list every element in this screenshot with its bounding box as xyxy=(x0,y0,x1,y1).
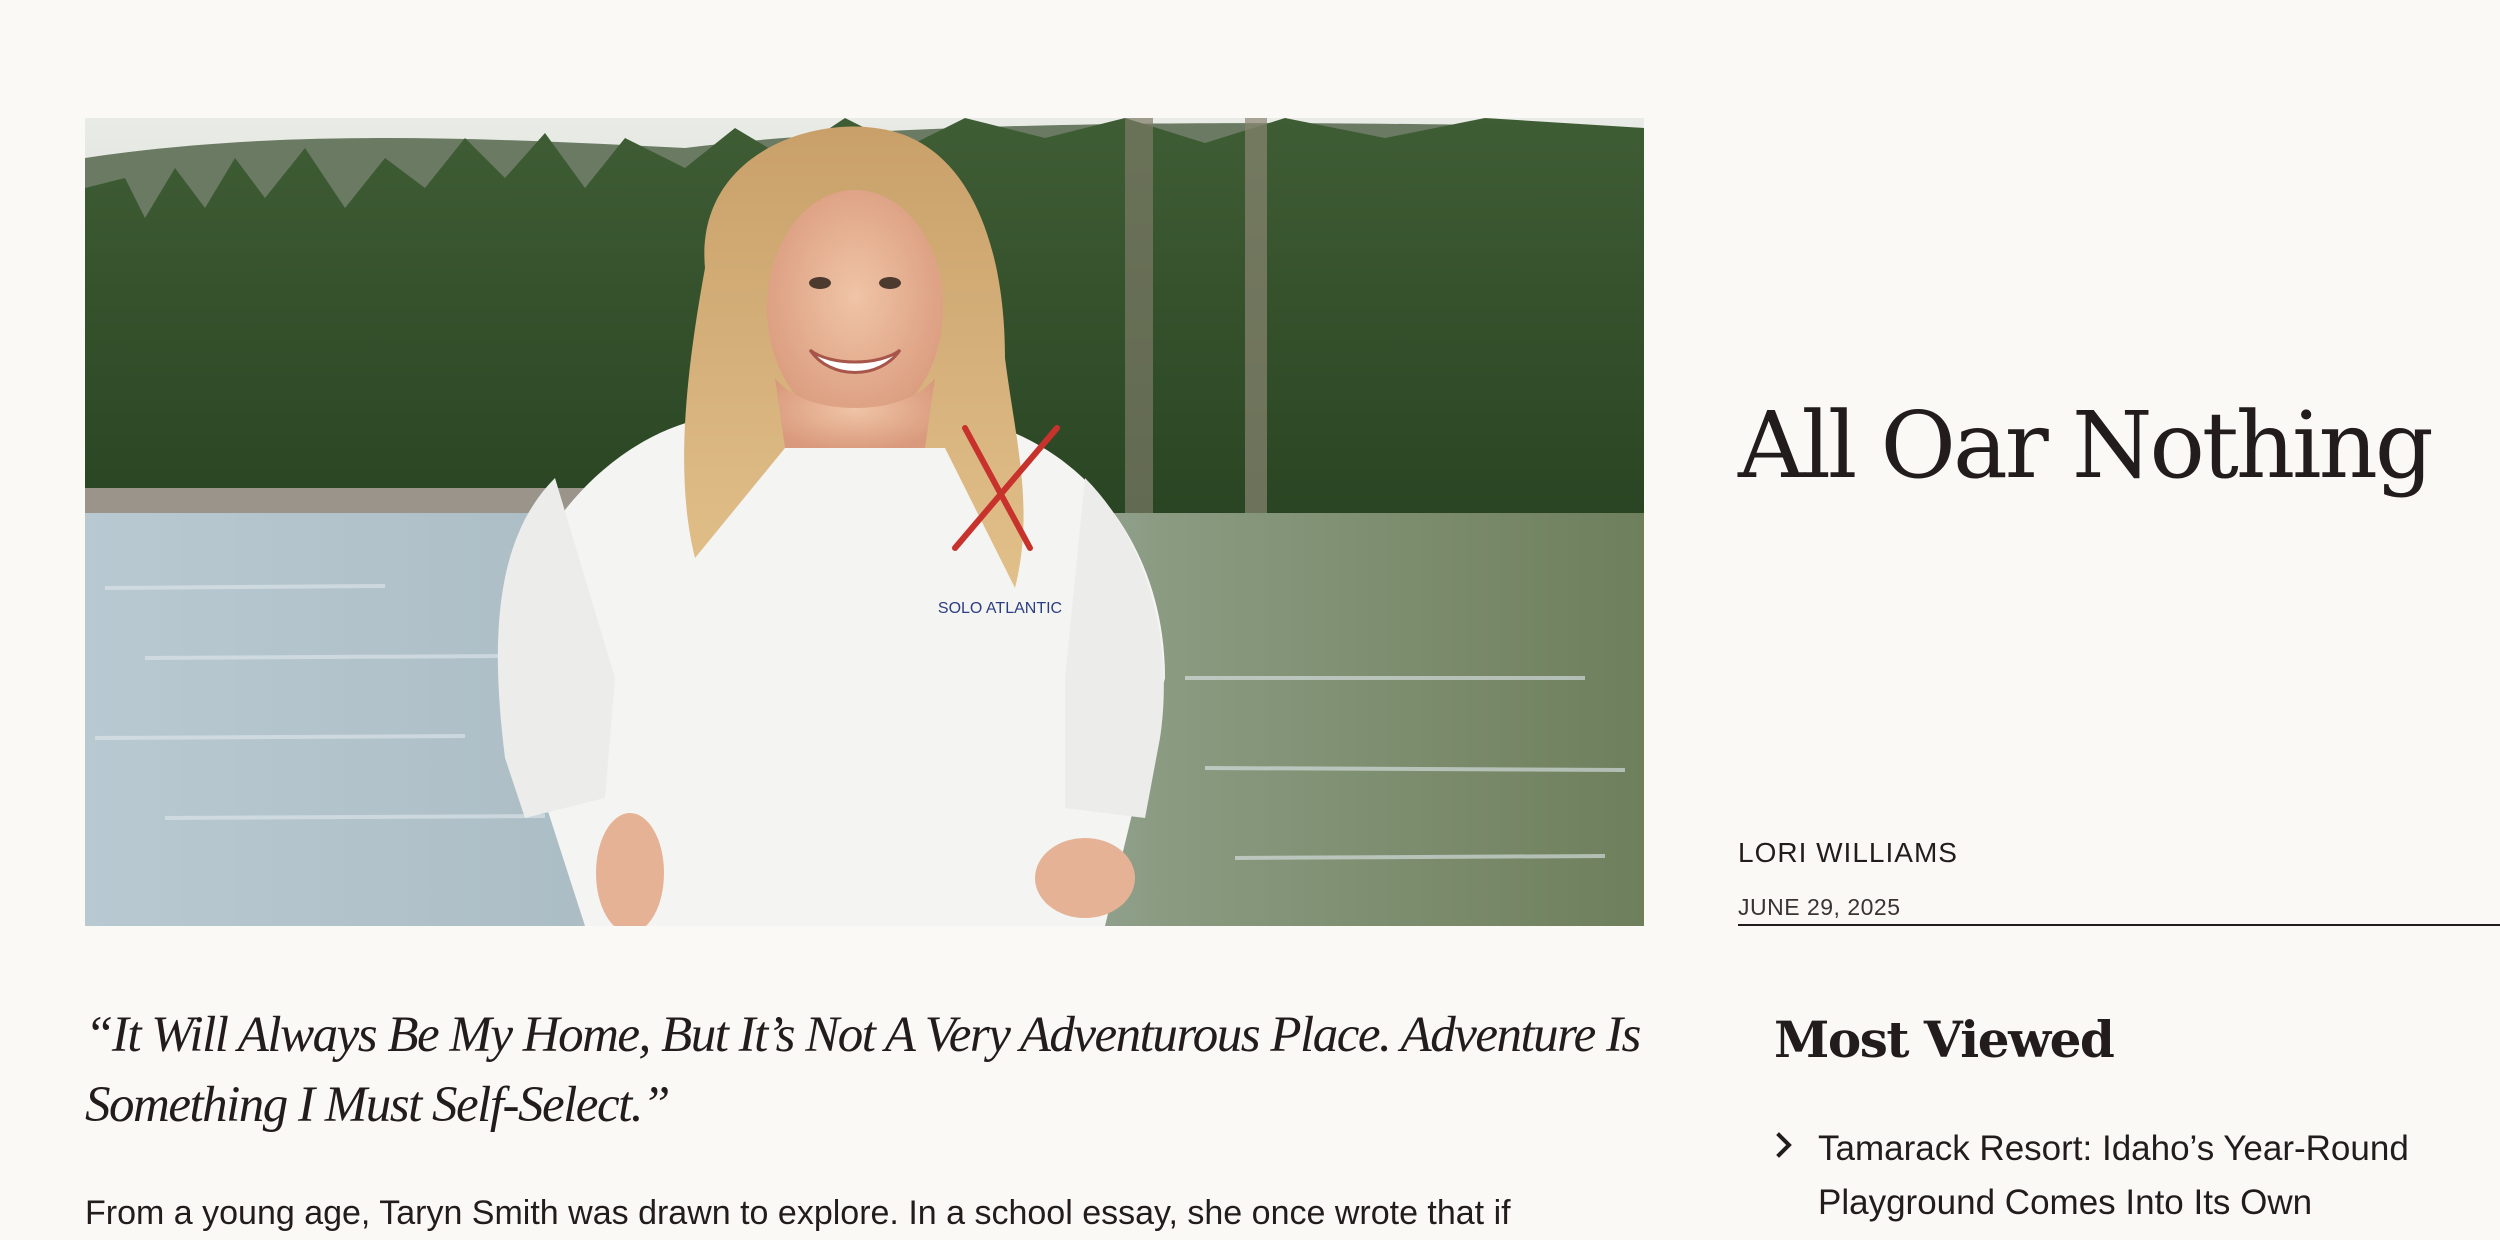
most-viewed-item[interactable]: Tamarack Resort: Idaho’s Year-Round Play… xyxy=(1774,1122,2474,1230)
hero-image: SOLO ATLANTIC xyxy=(85,118,1644,926)
meta-divider xyxy=(1738,924,2500,926)
pull-quote: “It Will Always Be My Home, But It’s Not… xyxy=(85,1007,1641,1133)
author-name[interactable]: LORI WILLIAMS xyxy=(1738,837,1958,869)
article-body-paragraph: From a young age, Taryn Smith was drawn … xyxy=(85,1194,1511,1232)
article-title: All Oar Nothing xyxy=(1738,392,2434,499)
most-viewed-item-label[interactable]: Tamarack Resort: Idaho’s Year-Round Play… xyxy=(1818,1122,2458,1230)
publish-date: JUNE 29, 2025 xyxy=(1738,894,1901,920)
chevron-right-icon xyxy=(1774,1122,1818,1165)
most-viewed-heading: Most Viewed xyxy=(1774,1010,2115,1069)
svg-text:SOLO ATLANTIC: SOLO ATLANTIC xyxy=(938,600,1062,617)
